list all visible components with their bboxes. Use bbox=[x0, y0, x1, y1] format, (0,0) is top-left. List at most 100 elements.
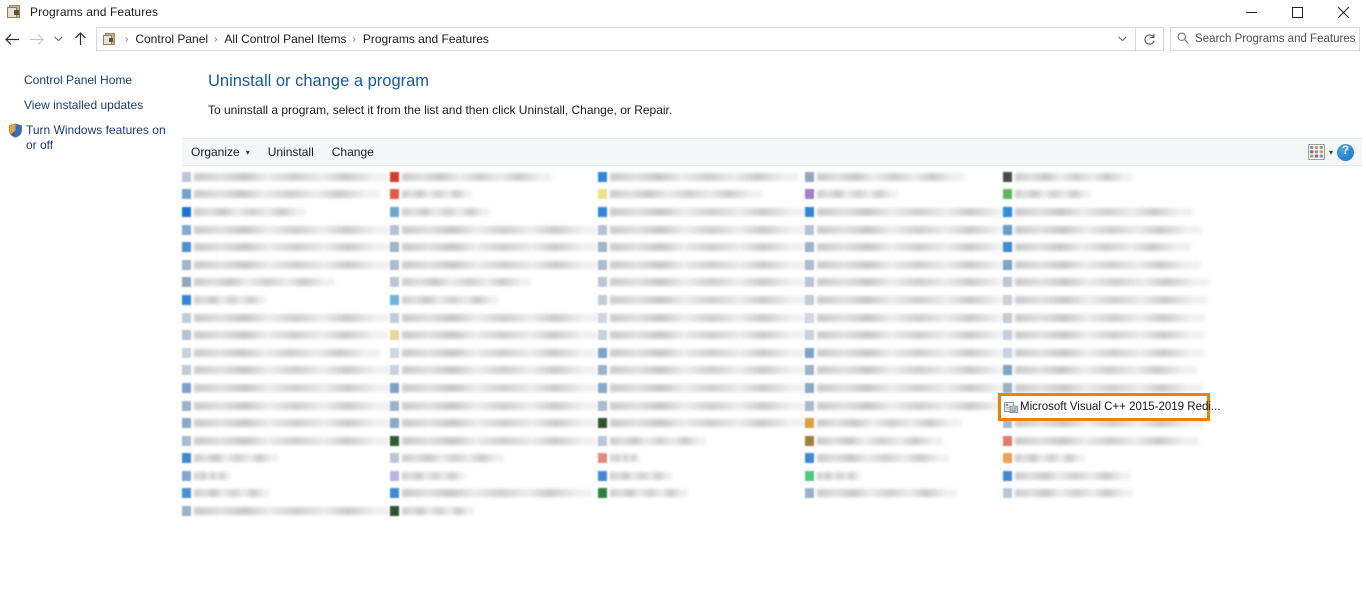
program-list-item[interactable] bbox=[390, 274, 599, 292]
program-list-item[interactable] bbox=[1003, 168, 1209, 186]
program-list-item[interactable] bbox=[805, 274, 1013, 292]
recent-locations-button[interactable] bbox=[48, 25, 68, 53]
program-list-item[interactable] bbox=[390, 326, 599, 344]
program-list-item[interactable] bbox=[805, 221, 1013, 239]
selected-program-row[interactable]: Microsoft Visual C++ 2015-2019 Redi... bbox=[998, 393, 1221, 421]
up-button[interactable] bbox=[68, 25, 92, 53]
forward-button[interactable] bbox=[24, 25, 48, 53]
close-button[interactable] bbox=[1320, 0, 1366, 24]
program-list-item[interactable] bbox=[182, 186, 391, 204]
program-list-item[interactable] bbox=[805, 450, 1013, 468]
program-list-item[interactable] bbox=[805, 326, 1013, 344]
program-list-item[interactable] bbox=[1003, 432, 1209, 450]
program-list-item[interactable] bbox=[182, 362, 391, 380]
program-list-item[interactable] bbox=[182, 238, 391, 256]
program-list-item[interactable] bbox=[1003, 221, 1209, 239]
program-list-item[interactable] bbox=[390, 344, 599, 362]
program-list-item[interactable] bbox=[1003, 362, 1209, 380]
program-list-item[interactable] bbox=[805, 362, 1013, 380]
program-list-item[interactable] bbox=[598, 344, 806, 362]
sidebar-item-view-installed-updates[interactable]: View installed updates bbox=[0, 93, 178, 118]
search-box[interactable]: Search Programs and Features bbox=[1170, 27, 1360, 51]
breadcrumb-item-all-control-panel-items[interactable]: All Control Panel Items bbox=[224, 32, 346, 46]
program-list-item[interactable] bbox=[598, 326, 806, 344]
program-list-item[interactable] bbox=[390, 256, 599, 274]
program-list-item[interactable] bbox=[182, 274, 391, 292]
program-list-item[interactable] bbox=[182, 379, 391, 397]
program-list-item[interactable] bbox=[390, 485, 599, 503]
minimize-button[interactable] bbox=[1228, 0, 1274, 24]
view-options-icon[interactable] bbox=[1308, 144, 1325, 160]
sidebar-item-turn-windows-features-on-or-off[interactable]: Turn Windows features on or off bbox=[0, 118, 178, 158]
program-list-item[interactable] bbox=[1003, 291, 1209, 309]
view-options-chevron-down-icon[interactable]: ▾ bbox=[1329, 148, 1333, 157]
program-list-item[interactable] bbox=[598, 256, 806, 274]
program-list-item[interactable] bbox=[598, 274, 806, 292]
program-list-item[interactable] bbox=[1003, 203, 1209, 221]
program-list-item[interactable] bbox=[598, 432, 806, 450]
program-list-item[interactable] bbox=[182, 256, 391, 274]
program-list-item[interactable] bbox=[182, 450, 391, 468]
program-list-item[interactable] bbox=[1003, 326, 1209, 344]
program-list-item[interactable] bbox=[598, 414, 806, 432]
maximize-button[interactable] bbox=[1274, 0, 1320, 24]
sidebar-item-control-panel-home[interactable]: Control Panel Home bbox=[0, 68, 178, 93]
program-list-item[interactable] bbox=[390, 221, 599, 239]
program-list-item[interactable] bbox=[182, 502, 391, 520]
refresh-button[interactable] bbox=[1136, 27, 1164, 51]
program-list-item[interactable] bbox=[598, 485, 806, 503]
organize-button[interactable]: Organize ▾ bbox=[182, 141, 259, 163]
program-list-item[interactable] bbox=[598, 238, 806, 256]
program-list-item[interactable] bbox=[182, 432, 391, 450]
program-list-item[interactable] bbox=[805, 397, 1013, 415]
program-list-item[interactable] bbox=[1003, 344, 1209, 362]
program-list-item[interactable] bbox=[390, 432, 599, 450]
program-list-item[interactable] bbox=[598, 309, 806, 327]
program-list-item[interactable] bbox=[182, 168, 391, 186]
program-list-item[interactable] bbox=[805, 379, 1013, 397]
program-list-item[interactable] bbox=[805, 485, 1013, 503]
search-input[interactable]: Search Programs and Features bbox=[1195, 33, 1355, 45]
breadcrumb[interactable]: › Control Panel › All Control Panel Item… bbox=[96, 27, 1136, 51]
program-list-item[interactable] bbox=[598, 397, 806, 415]
uninstall-button[interactable]: Uninstall bbox=[259, 141, 323, 163]
program-list-item[interactable] bbox=[182, 203, 391, 221]
program-list-item[interactable] bbox=[390, 502, 599, 520]
program-list-item[interactable] bbox=[598, 221, 806, 239]
program-list-item[interactable] bbox=[1003, 238, 1209, 256]
breadcrumb-item-control-panel[interactable]: Control Panel bbox=[135, 32, 208, 46]
program-list-item[interactable] bbox=[182, 326, 391, 344]
program-list[interactable]: Microsoft Visual C++ 2015-2019 Redi... bbox=[182, 168, 1362, 608]
program-list-item[interactable] bbox=[805, 186, 1013, 204]
program-list-item[interactable] bbox=[1003, 485, 1209, 503]
program-list-item[interactable] bbox=[1003, 256, 1209, 274]
program-list-item[interactable] bbox=[598, 203, 806, 221]
program-list-item[interactable] bbox=[390, 309, 599, 327]
program-list-item[interactable] bbox=[805, 344, 1013, 362]
program-list-item[interactable] bbox=[182, 485, 391, 503]
program-list-item[interactable] bbox=[390, 397, 599, 415]
program-list-item[interactable] bbox=[182, 414, 391, 432]
program-list-item[interactable] bbox=[390, 450, 599, 468]
program-list-item[interactable] bbox=[1003, 467, 1209, 485]
program-list-item[interactable] bbox=[390, 168, 599, 186]
change-button[interactable]: Change bbox=[323, 141, 383, 163]
program-list-item[interactable] bbox=[598, 362, 806, 380]
program-list-item[interactable] bbox=[1003, 309, 1209, 327]
program-list-item[interactable] bbox=[182, 344, 391, 362]
back-button[interactable] bbox=[0, 25, 24, 53]
program-list-item[interactable] bbox=[390, 414, 599, 432]
program-list-item[interactable] bbox=[598, 291, 806, 309]
program-list-item[interactable] bbox=[805, 168, 1013, 186]
program-list-item[interactable] bbox=[805, 467, 1013, 485]
program-list-item[interactable] bbox=[390, 362, 599, 380]
program-list-item[interactable] bbox=[1003, 450, 1209, 468]
program-list-item[interactable] bbox=[390, 238, 599, 256]
program-list-item[interactable] bbox=[182, 221, 391, 239]
program-list-item[interactable] bbox=[182, 291, 391, 309]
program-list-item[interactable] bbox=[805, 256, 1013, 274]
program-list-item[interactable] bbox=[390, 467, 599, 485]
program-list-item[interactable] bbox=[390, 186, 599, 204]
breadcrumb-item-programs-and-features[interactable]: Programs and Features bbox=[363, 32, 489, 46]
program-list-item[interactable] bbox=[598, 168, 806, 186]
